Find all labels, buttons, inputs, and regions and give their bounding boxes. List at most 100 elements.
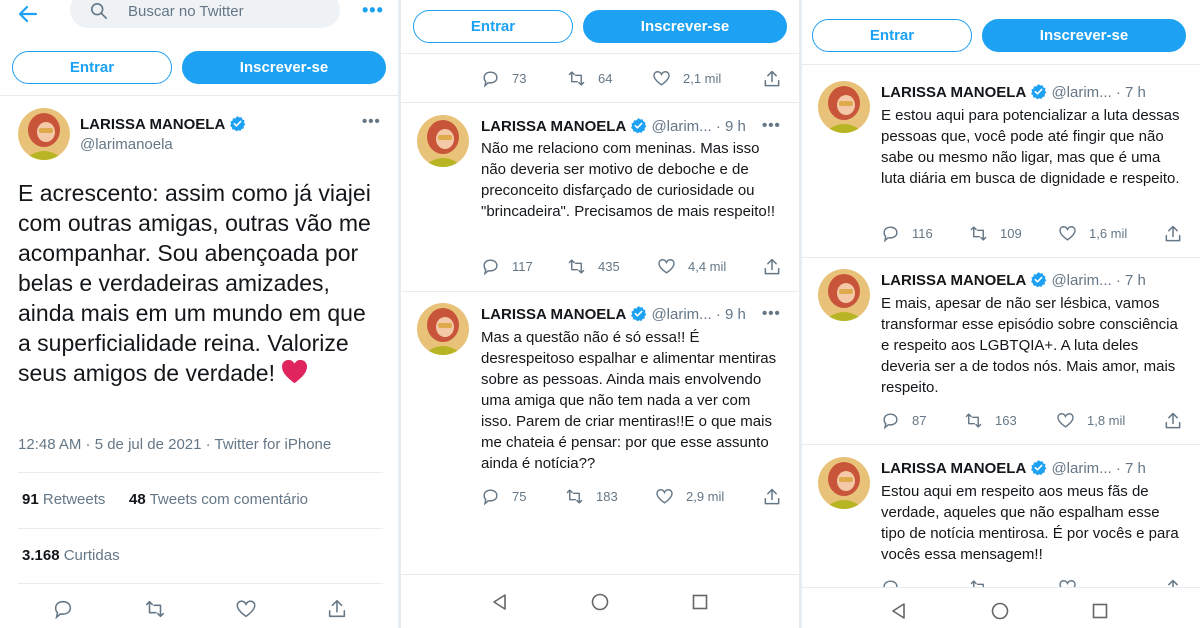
avatar[interactable] (818, 269, 870, 321)
signup-button[interactable]: Inscrever-se (982, 19, 1186, 52)
like-action[interactable]: 2,1 mil (652, 69, 721, 88)
divider (401, 53, 799, 54)
quotes-stat[interactable]: 48 Tweets com comentário (129, 491, 308, 508)
auth-buttons: Entrar Inscrever-se (812, 19, 1186, 52)
like-icon (658, 259, 675, 274)
author-handle[interactable]: @larimanoela (80, 136, 173, 153)
retweet-action[interactable]: 435 (567, 257, 620, 276)
share-icon[interactable] (762, 487, 782, 507)
divider (802, 64, 1200, 65)
signup-button[interactable]: Inscrever-se (182, 51, 386, 84)
reply-action[interactable]: 116 (881, 224, 933, 243)
author-name-text: LARISSA MANOELA (881, 460, 1027, 477)
divider (18, 528, 383, 529)
retweet-count: 163 (995, 413, 1017, 428)
author-handle: @larim... (1051, 84, 1112, 101)
retweet-icon (965, 413, 982, 428)
avatar[interactable] (18, 108, 70, 160)
tweet-text: E acrescento: assim como já viajei com o… (18, 178, 383, 388)
author-name[interactable]: LARISSA MANOELA (80, 115, 246, 133)
search-input[interactable]: Buscar no Twitter (70, 0, 340, 28)
like-count: 2,1 mil (683, 71, 722, 86)
reply-icon (883, 226, 898, 243)
retweet-count: 435 (598, 259, 620, 274)
nav-home-icon[interactable] (590, 592, 610, 612)
divider (0, 95, 398, 96)
time-separator: · (715, 118, 721, 135)
reply-action[interactable]: 73 (481, 69, 526, 88)
share-icon[interactable] (326, 598, 348, 620)
verified-badge-icon (631, 118, 647, 134)
tweet-text: E mais, apesar de não ser lésbica, vamos… (881, 295, 1178, 396)
like-count: 1,6 mil (1089, 226, 1128, 241)
avatar[interactable] (417, 115, 469, 167)
retweet-action[interactable]: 183 (565, 487, 618, 506)
retweets-label: Retweets (42, 491, 106, 508)
reply-action[interactable]: 117 (481, 257, 533, 276)
tweet-text-content: E acrescento: assim como já viajei com o… (18, 180, 371, 386)
reply-icon[interactable] (52, 598, 74, 620)
author-handle: @larim... (651, 118, 712, 135)
tweet-text: Não me relaciono com meninas. Mas isso n… (481, 140, 776, 220)
reply-action[interactable]: 75 (481, 487, 526, 506)
author-name[interactable]: LARISSA MANOELA @larim... · 9 h (481, 305, 746, 323)
retweet-action[interactable]: 64 (567, 69, 612, 88)
divider (401, 102, 799, 103)
retweet-action[interactable]: 109 (969, 224, 1022, 243)
author-name[interactable]: LARISSA MANOELA @larim... · 9 h (481, 117, 746, 135)
retweet-icon[interactable] (144, 598, 166, 620)
avatar[interactable] (417, 303, 469, 355)
nav-back-icon[interactable] (889, 601, 909, 621)
share-icon[interactable] (1163, 411, 1183, 431)
login-button[interactable]: Entrar (812, 19, 972, 52)
retweets-stat[interactable]: 91 Retweets (22, 491, 105, 508)
author-name-text: LARISSA MANOELA (481, 306, 627, 323)
avatar[interactable] (818, 81, 870, 133)
quotes-count: 48 (129, 491, 146, 508)
tweet-options-icon[interactable]: ••• (762, 305, 781, 322)
tweet-options-icon[interactable]: ••• (362, 113, 381, 130)
nav-recents-icon[interactable] (690, 592, 710, 612)
signup-button[interactable]: Inscrever-se (583, 10, 787, 43)
author-name[interactable]: LARISSA MANOELA @larim... · 7 h (881, 83, 1146, 101)
like-icon (656, 489, 673, 504)
like-action[interactable]: 2,9 mil (655, 487, 724, 506)
login-button[interactable]: Entrar (413, 10, 573, 43)
verified-badge-icon (1031, 460, 1047, 476)
nav-back-icon[interactable] (490, 592, 510, 612)
share-icon[interactable] (762, 69, 782, 89)
reply-icon (483, 489, 498, 506)
retweets-count: 91 (22, 491, 39, 508)
divider (18, 472, 383, 473)
share-icon[interactable] (1163, 224, 1183, 244)
avatar[interactable] (818, 457, 870, 509)
tweet-options-icon[interactable]: ••• (762, 117, 781, 134)
like-icon[interactable] (235, 598, 257, 620)
author-handle: @larim... (1051, 272, 1112, 289)
reply-action[interactable]: 87 (881, 411, 926, 430)
like-action[interactable]: 4,4 mil (657, 257, 726, 276)
like-action[interactable]: 1,8 mil (1056, 411, 1125, 430)
nav-home-icon[interactable] (990, 601, 1010, 621)
login-button[interactable]: Entrar (12, 51, 172, 84)
retweet-count: 183 (596, 489, 618, 504)
reply-icon (483, 71, 498, 88)
author-name[interactable]: LARISSA MANOELA @larim... · 7 h (881, 271, 1146, 289)
like-action[interactable]: 1,6 mil (1058, 224, 1127, 243)
retweet-action[interactable]: 163 (964, 411, 1017, 430)
reply-count: 87 (912, 413, 927, 428)
likes-label: Curtidas (63, 547, 120, 564)
author-name[interactable]: LARISSA MANOELA @larim... · 7 h (881, 459, 1146, 477)
retweet-icon (566, 489, 583, 504)
time-separator: · (1115, 460, 1121, 477)
retweet-icon (970, 226, 987, 241)
reply-icon (883, 413, 898, 430)
divider (802, 444, 1200, 445)
nav-recents-icon[interactable] (1090, 601, 1110, 621)
likes-stat[interactable]: 3.168 Curtidas (22, 547, 120, 564)
time-separator: · (1115, 84, 1121, 101)
share-icon[interactable] (762, 257, 782, 277)
more-options-icon[interactable]: ••• (362, 0, 384, 21)
tweet-text: Mas a questão não é só essa!! É desrespe… (481, 329, 777, 472)
back-arrow-icon[interactable] (16, 2, 40, 26)
